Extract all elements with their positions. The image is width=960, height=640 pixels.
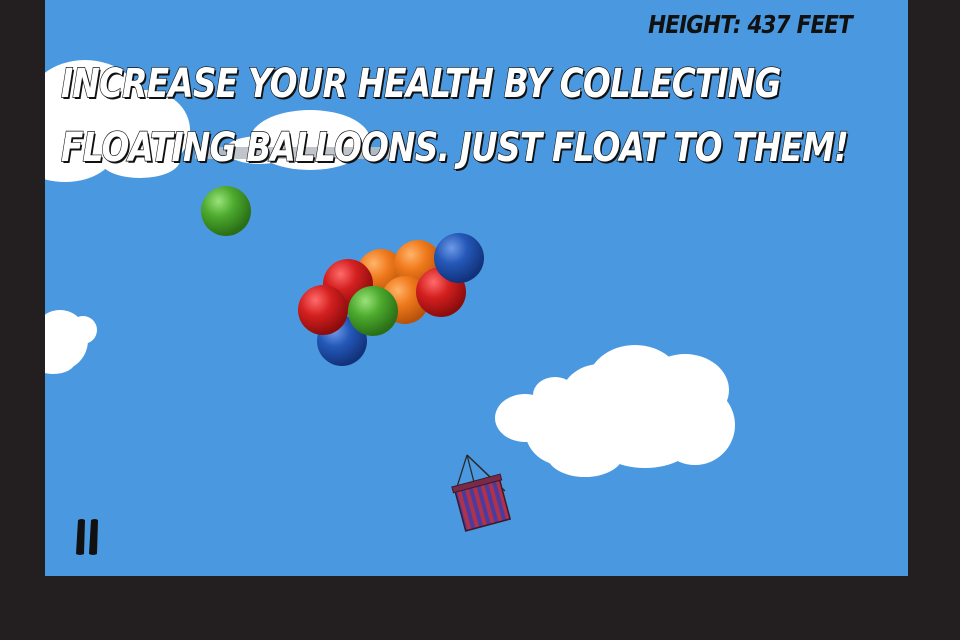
game-viewport[interactable]: HEIGHT: 437 FEET INCREASE YOUR HEALTH BY C… (45, 0, 908, 576)
floating-balloon-green (201, 186, 251, 236)
pause-icon (76, 519, 98, 555)
height-label: HEIGHT: (648, 10, 741, 39)
balloon-blue (434, 233, 484, 283)
hint-line: INCREASE YOUR HEALTH BY COLLECTING (60, 60, 782, 107)
height-readout: HEIGHT: 437 FEET (648, 10, 853, 39)
tutorial-hint: INCREASE YOUR HEALTH BY COLLECTING FLOAT… (60, 52, 889, 180)
height-value: 437 (747, 10, 791, 39)
hint-line: FLOATING BALLOONS. JUST FLOAT TO THEM! (60, 124, 849, 171)
pause-button[interactable] (73, 516, 105, 558)
balloon-red (298, 285, 348, 335)
height-unit: FEET (796, 10, 853, 39)
balloon-green (348, 286, 398, 336)
